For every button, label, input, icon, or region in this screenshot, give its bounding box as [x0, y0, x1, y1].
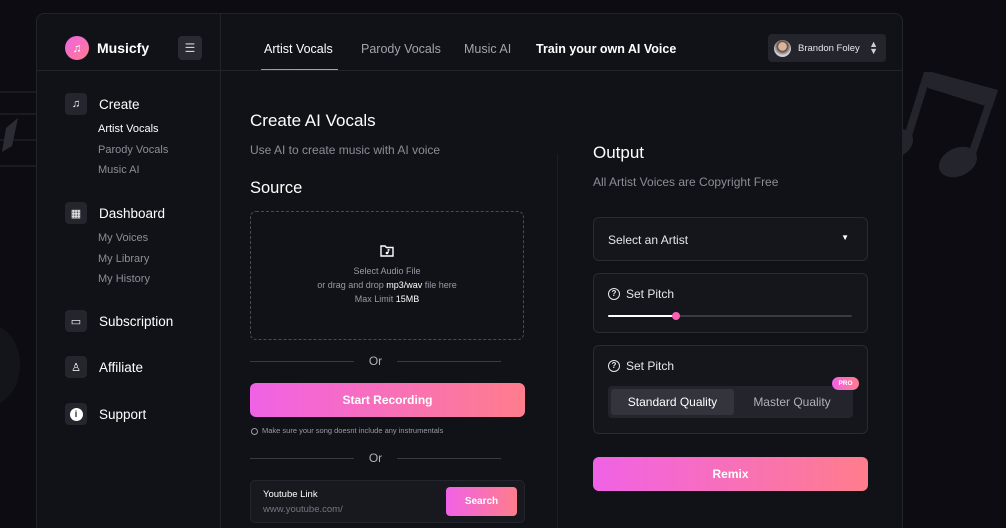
quality-option-standard[interactable]: Standard Quality [611, 389, 734, 415]
sidebar-item-subscription[interactable]: ▭ Subscription [65, 310, 173, 332]
pitch-card: ? Set Pitch [593, 273, 868, 333]
dropzone-limit-prefix: Max Limit [354, 294, 396, 304]
sidebar-subitem-my-library[interactable]: My Library [98, 249, 165, 270]
or-divider: Or [250, 354, 501, 368]
dropzone-formats: mp3/wav [386, 280, 423, 290]
divider-line [250, 360, 354, 362]
user-menu[interactable]: Brandon Foley ▲ ▼ [768, 34, 886, 62]
pitch-slider[interactable] [608, 312, 852, 320]
sidebar-item-support[interactable]: i Support [65, 403, 146, 425]
sidebar-subitem-my-voices[interactable]: My Voices [98, 228, 165, 249]
sidebar-subitem-parody-vocals[interactable]: Parody Vocals [98, 140, 168, 161]
info-circle-icon [251, 427, 258, 435]
help-icon: ? [608, 360, 620, 372]
tab-parody-vocals[interactable]: Parody Vocals [361, 42, 441, 56]
info-icon: i [65, 403, 87, 425]
or-label: Or [368, 451, 383, 465]
recording-note: Make sure your song doesnt include any i… [251, 426, 443, 435]
pitch-label: Set Pitch [626, 287, 675, 301]
tab-artist-vocals[interactable]: Artist Vocals [264, 42, 333, 56]
chevron-up-down-icon: ▲ ▼ [869, 39, 878, 56]
sidebar-item-create[interactable]: ♫ Create [65, 93, 168, 115]
search-button[interactable]: Search [446, 487, 517, 516]
users-icon: ♙ [65, 356, 87, 378]
sidebar-subitem-artist-vocals[interactable]: Artist Vocals [98, 119, 168, 140]
tab-train-voice[interactable]: Train your own AI Voice [536, 42, 676, 56]
artist-select-value: Select an Artist [608, 233, 689, 247]
youtube-link-input[interactable]: www.youtube.com/ [263, 504, 343, 515]
output-title: Output [593, 143, 645, 162]
quality-option-master[interactable]: Master Quality [734, 389, 850, 415]
grid-icon: ▦ [65, 202, 87, 224]
remix-button[interactable]: Remix [593, 457, 868, 491]
page-subtitle: Use AI to create music with AI voice [250, 143, 441, 157]
music-note-icon: ♫ [65, 93, 87, 115]
sidebar-divider [37, 70, 221, 71]
nav-group-create: ♫ Create Artist Vocals Parody Vocals Mus… [65, 93, 168, 181]
dropzone-hint-prefix: or drag and drop [317, 280, 387, 290]
youtube-link-field: Youtube Link www.youtube.com/ Search [250, 480, 525, 523]
sidebar-item-label: Dashboard [99, 205, 166, 221]
sidebar-item-dashboard[interactable]: ▦ Dashboard [65, 202, 165, 224]
music-note-icon: ♫ [65, 36, 89, 60]
menu-collapse-icon: ☰ [184, 41, 196, 55]
start-recording-button[interactable]: Start Recording [250, 383, 525, 417]
quality-card: ? Set Pitch Standard Quality Master Qual… [593, 345, 868, 434]
quality-toggle: Standard Quality Master Quality [608, 386, 853, 418]
nav-group-affiliate: ♙ Affiliate [65, 356, 143, 378]
artist-select[interactable]: Select an Artist ▼ [593, 217, 868, 261]
folder-music-icon [251, 245, 523, 261]
app-window: ♫ Musicfy ☰ ♫ Create Artist Vocals Parod… [36, 13, 903, 528]
source-heading: Source [250, 179, 303, 197]
nav-group-dashboard: ▦ Dashboard My Voices My Library My Hist… [65, 202, 165, 290]
nav-group-support: i Support [65, 403, 146, 425]
sidebar: ♫ Musicfy ☰ ♫ Create Artist Vocals Parod… [37, 14, 221, 528]
dropzone-hint: or drag and drop mp3/wav file here [251, 279, 523, 291]
dropzone-limit-value: 15MB [395, 294, 420, 304]
topbar-divider [221, 70, 902, 71]
divider-line [397, 457, 501, 459]
or-label: Or [368, 354, 383, 368]
disc-decoration [0, 325, 20, 405]
sidebar-item-label: Support [99, 406, 147, 422]
pitch-slider-fill [608, 315, 677, 317]
staff-lines-decoration [0, 91, 36, 167]
caret-down-icon: ▼ [841, 233, 849, 242]
sidebar-item-label: Subscription [99, 313, 174, 329]
sidebar-item-affiliate[interactable]: ♙ Affiliate [65, 356, 143, 378]
collapse-sidebar-button[interactable]: ☰ [178, 36, 202, 60]
dropzone-hint-suffix: file here [422, 280, 457, 290]
pro-badge: PRO [832, 377, 859, 390]
dropzone-title: Select Audio File [353, 266, 421, 276]
quality-title: ? Set Pitch [608, 359, 674, 373]
ticket-icon: ▭ [65, 310, 87, 332]
dropzone-limit: Max Limit 15MB [251, 293, 523, 305]
nav-group-subscription: ▭ Subscription [65, 310, 173, 332]
brand-name: Musicfy [97, 40, 150, 56]
quality-label: Set Pitch [626, 359, 675, 373]
recording-note-text: Make sure your song doesnt include any i… [262, 426, 444, 435]
audio-dropzone[interactable]: Select Audio File or drag and drop mp3/w… [250, 211, 524, 340]
pitch-title: ? Set Pitch [608, 287, 674, 301]
output-subtitle: All Artist Voices are Copyright Free [593, 175, 779, 189]
sidebar-subitem-my-history[interactable]: My History [98, 269, 165, 290]
sidebar-item-label: Affiliate [99, 359, 144, 375]
tab-music-ai[interactable]: Music AI [464, 42, 511, 56]
pitch-slider-thumb[interactable] [672, 312, 681, 320]
or-divider: Or [250, 451, 501, 465]
brand[interactable]: ♫ Musicfy [65, 36, 149, 60]
sidebar-item-label: Create [99, 96, 140, 112]
divider-line [250, 457, 354, 459]
user-name: Brandon Foley [798, 42, 860, 54]
sidebar-subitem-music-ai[interactable]: Music AI [98, 160, 168, 181]
page-title: Create AI Vocals [250, 111, 376, 130]
help-icon: ? [608, 288, 620, 300]
avatar [774, 39, 791, 57]
divider-line [397, 360, 501, 362]
youtube-link-label: Youtube Link [263, 489, 318, 500]
column-divider [557, 154, 558, 528]
